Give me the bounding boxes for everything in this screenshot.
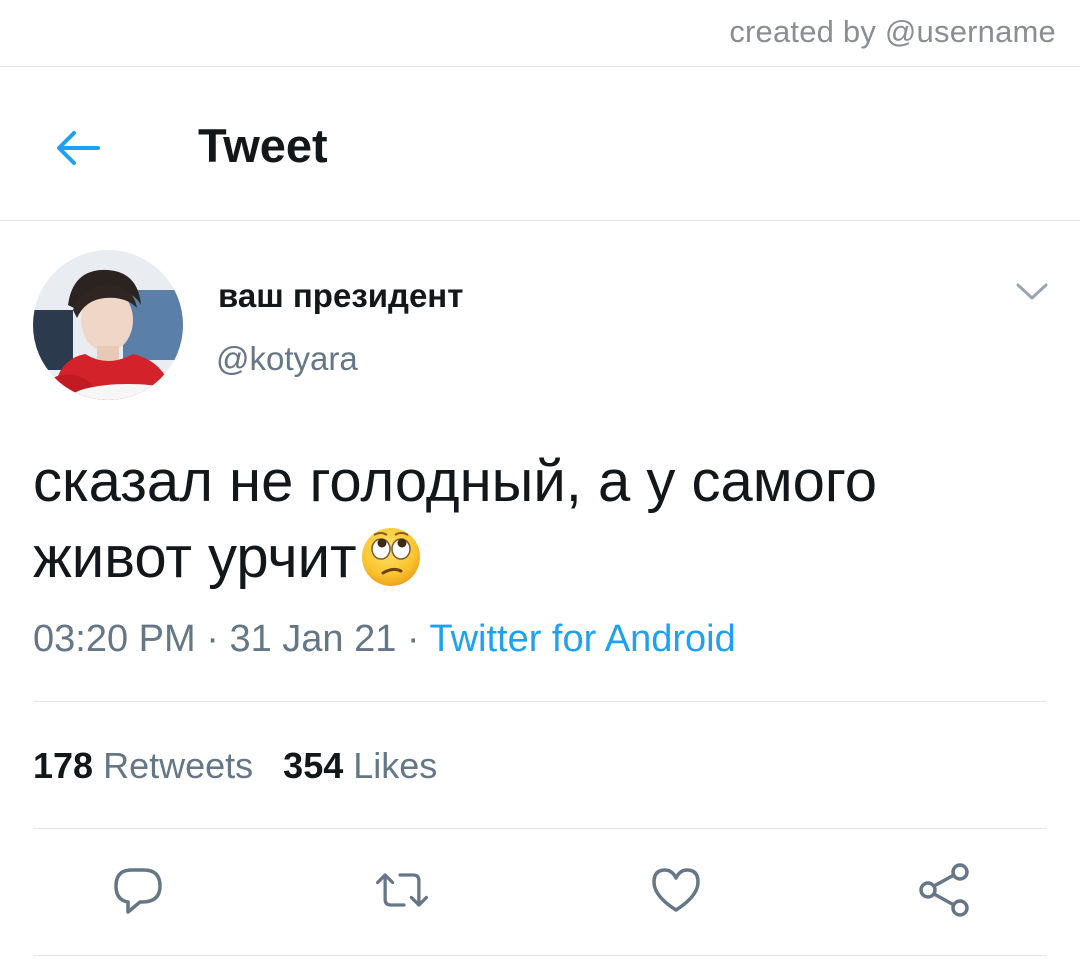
chevron-down-icon: [1016, 283, 1048, 300]
likes-label: Likes: [353, 745, 438, 786]
tweet-text-line: живот урчит: [33, 525, 357, 590]
tweet-text-line-with-emoji: живот урчит: [33, 520, 1043, 608]
tweet-time: 03:20 PM: [33, 618, 196, 660]
watermark: created by @username: [729, 14, 1056, 49]
tweet-text-line: сказал не голодный, а у самого: [33, 449, 878, 514]
separator: ·: [396, 618, 430, 660]
tweet-text: сказал не голодный, а у самого живот урч…: [33, 444, 1043, 608]
page-title: Tweet: [198, 119, 328, 172]
divider: [33, 701, 1047, 702]
divider: [0, 220, 1080, 221]
tweet-screen: created by @username Tweet ваш президент…: [0, 0, 1080, 976]
like-icon: [652, 868, 700, 912]
reply-icon: [114, 868, 162, 914]
divider: [33, 955, 1047, 956]
share-button[interactable]: [914, 860, 974, 920]
tweet-source-link[interactable]: Twitter for Android: [429, 618, 735, 660]
arrow-left-icon: [57, 131, 100, 165]
retweet-icon: [375, 873, 429, 907]
tweet-stats: 178 Retweets 354 Likes: [33, 745, 437, 787]
tweet-meta: 03:20 PM · 31 Jan 21 · Twitter for Andro…: [33, 618, 736, 661]
more-options-button[interactable]: [1012, 278, 1052, 306]
retweets-label: Retweets: [103, 745, 254, 786]
divider: [33, 828, 1047, 829]
reply-button[interactable]: [108, 860, 168, 920]
likes-stat[interactable]: 354 Likes: [283, 745, 437, 786]
separator: ·: [195, 618, 230, 660]
retweet-button[interactable]: [372, 860, 432, 920]
divider: [0, 66, 1080, 67]
face-with-rolling-eyes-emoji: [359, 525, 423, 608]
author-display-name[interactable]: ваш президент: [218, 277, 463, 315]
user-avatar: [33, 250, 183, 400]
retweets-count: 178: [33, 745, 94, 786]
retweets-stat[interactable]: 178 Retweets: [33, 745, 253, 786]
back-button[interactable]: [50, 120, 106, 176]
author-handle[interactable]: @kotyara: [216, 340, 358, 378]
avatar[interactable]: [33, 250, 183, 400]
like-button[interactable]: [646, 860, 706, 920]
share-icon: [919, 863, 969, 917]
tweet-date: 31 Jan 21: [229, 618, 397, 660]
likes-count: 354: [283, 745, 344, 786]
